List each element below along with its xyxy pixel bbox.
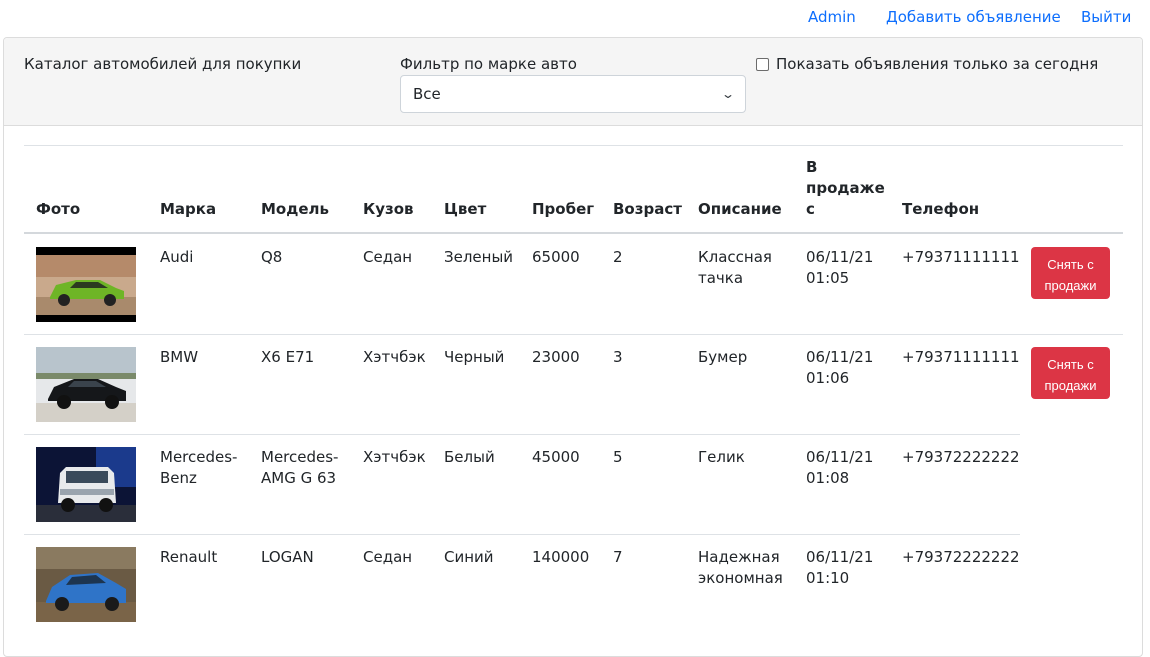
col-brand: Марка (160, 200, 217, 218)
table-row: Mercedes-Benz Mercedes-AMG G 63 Хэтчбэк … (24, 435, 1123, 535)
col-body: Кузов (363, 200, 414, 218)
cell-date-day: 06/11/21 (806, 448, 874, 466)
col-age: Возраст (613, 200, 682, 218)
cell-date-day: 06/11/21 (806, 248, 874, 266)
cell-date: 06/11/21 01:10 (806, 547, 873, 589)
cell-age: 2 (613, 248, 623, 266)
cell-brand: BMW (160, 348, 199, 366)
cell-date-time: 01:06 (806, 369, 850, 387)
cell-phone: +79372222222 (902, 448, 1020, 466)
cell-description: Надежная экономная (698, 548, 783, 587)
cell-model: Q8 (261, 248, 283, 266)
col-mileage: Пробег (532, 200, 595, 218)
cell-phone: +79372222222 (902, 548, 1020, 566)
cell-date: 06/11/21 01:06 (806, 347, 873, 389)
cell-date-time: 01:05 (806, 269, 850, 287)
table-header-row: Фото Марка Модель Кузов Цвет Пробег Возр… (24, 146, 1123, 234)
cell-description: Бумер (698, 348, 748, 366)
table-row: Renault LOGAN Седан Синий 140000 7 Надеж… (24, 535, 1123, 635)
cell-body: Хэтчбэк (363, 348, 426, 366)
col-model: Модель (261, 200, 329, 218)
cell-model: X6 E71 (261, 348, 315, 366)
cell-description: Гелик (698, 448, 745, 466)
cell-phone: +79371111111 (902, 248, 1020, 266)
cell-mileage: 23000 (532, 348, 580, 366)
cell-mileage: 140000 (532, 548, 590, 566)
nav-add-listing-link[interactable]: Добавить объявление (886, 8, 1061, 26)
cell-date-time: 01:10 (806, 569, 850, 587)
car-photo-renault (36, 547, 136, 622)
cell-body: Седан (363, 548, 413, 566)
col-color: Цвет (444, 200, 487, 218)
cell-date-time: 01:08 (806, 469, 850, 487)
cell-date-day: 06/11/21 (806, 548, 874, 566)
cell-age: 7 (613, 548, 623, 566)
remove-from-sale-button[interactable]: Снять с продажи (1031, 247, 1110, 299)
cell-age: 5 (613, 448, 623, 466)
chevron-down-icon: ⌄ (720, 87, 736, 101)
cell-color: Зеленый (444, 248, 514, 266)
today-only-checkbox[interactable] (756, 57, 769, 71)
table-row: BMW X6 E71 Хэтчбэк Черный 23000 3 Бумер … (24, 335, 1123, 435)
col-phone: Телефон (902, 200, 980, 218)
cell-date: 06/11/21 01:08 (806, 447, 873, 489)
col-photo: Фото (36, 200, 81, 218)
table-row: Audi Q8 Седан Зеленый 65000 2 Классная т… (24, 235, 1123, 335)
cell-model: Mercedes-AMG G 63 (261, 448, 339, 487)
cell-date: 06/11/21 01:05 (806, 247, 873, 289)
catalog-title: Каталог автомобилей для покупки (24, 55, 302, 73)
cell-date-day: 06/11/21 (806, 348, 874, 366)
car-photo-bmw (36, 347, 136, 422)
remove-from-sale-button[interactable]: Снять с продажи (1031, 347, 1110, 399)
col-description: Описание (698, 200, 782, 218)
cell-body: Хэтчбэк (363, 448, 426, 466)
car-photo-audi (36, 247, 136, 322)
cell-phone: +79371111111 (902, 348, 1020, 366)
top-nav: Admin Добавить объявление Выйти (0, 0, 1150, 36)
catalog-header: Каталог автомобилей для покупки Фильтр п… (4, 38, 1142, 126)
cell-color: Черный (444, 348, 505, 366)
today-only-toggle[interactable]: Показать объявления только за сегодня (756, 55, 1098, 73)
cell-brand: Mercedes-Benz (160, 448, 238, 487)
col-on-sale-since: В продаже с (806, 158, 885, 218)
cell-description: Классная тачка (698, 248, 772, 287)
cell-mileage: 45000 (532, 448, 580, 466)
cell-mileage: 65000 (532, 248, 580, 266)
cell-color: Синий (444, 548, 494, 566)
cell-brand: Audi (160, 248, 194, 266)
today-only-label: Показать объявления только за сегодня (776, 55, 1099, 73)
brand-filter-select[interactable]: Все ⌄ (400, 75, 746, 113)
cell-age: 3 (613, 348, 623, 366)
cell-color: Белый (444, 448, 495, 466)
brand-filter-label: Фильтр по марке авто (400, 55, 577, 73)
brand-filter-value: Все (413, 85, 441, 103)
car-photo-mercedes (36, 447, 136, 522)
nav-logout-link[interactable]: Выйти (1081, 8, 1131, 26)
catalog-card: Каталог автомобилей для покупки Фильтр п… (3, 37, 1143, 657)
nav-admin-link[interactable]: Admin (808, 8, 856, 26)
cell-brand: Renault (160, 548, 218, 566)
cell-model: LOGAN (261, 548, 314, 566)
cell-body: Седан (363, 248, 413, 266)
